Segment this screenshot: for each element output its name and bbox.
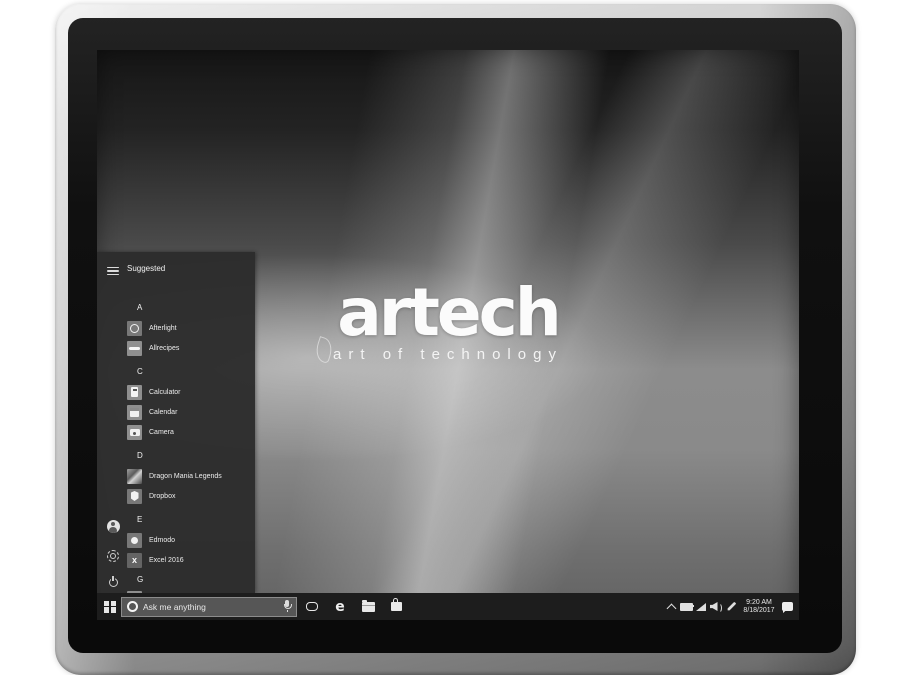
volume-icon <box>710 601 723 612</box>
network-icon <box>696 603 706 611</box>
power-icon <box>108 577 119 588</box>
start-app-calendar[interactable]: Calendar <box>127 402 253 422</box>
show-hidden-icons-button[interactable] <box>664 593 678 620</box>
file-explorer-button[interactable] <box>355 593 381 620</box>
system-tray: 9:20 AM 8/18/2017 <box>664 593 794 620</box>
start-menu: Suggested A Afterlight Allrecipes C Calc… <box>97 252 255 593</box>
allrecipes-icon <box>127 341 142 356</box>
page-canvas: artech art of technology <box>0 0 900 675</box>
dropbox-icon <box>127 489 142 504</box>
section-header-d[interactable]: D <box>127 450 253 462</box>
suggested-label: Suggested <box>127 264 253 274</box>
start-app-afterlight[interactable]: Afterlight <box>127 318 253 338</box>
clock-time: 9:20 AM <box>741 599 777 607</box>
task-view-icon <box>306 602 318 611</box>
search-placeholder-text: Ask me anything <box>143 602 277 612</box>
volume-status[interactable] <box>709 593 723 620</box>
edge-browser-icon: e <box>335 600 345 614</box>
section-header-c[interactable]: C <box>127 366 253 378</box>
battery-icon <box>680 603 693 611</box>
task-view-button[interactable] <box>299 593 325 620</box>
network-status[interactable] <box>694 593 708 620</box>
edmodo-icon <box>127 533 142 548</box>
section-header-a[interactable]: A <box>127 302 253 314</box>
start-app-dragon-mania-legends[interactable]: Dragon Mania Legends <box>127 466 253 486</box>
section-header-g[interactable]: G <box>127 574 253 586</box>
camera-icon <box>127 425 142 440</box>
action-center-button[interactable] <box>780 593 794 620</box>
afterlight-icon <box>127 321 142 336</box>
cortana-circle-icon <box>127 601 138 612</box>
settings-gear-icon <box>107 550 119 562</box>
user-account-button[interactable] <box>106 519 120 533</box>
start-app-edmodo[interactable]: Edmodo <box>127 530 253 550</box>
start-windows-icon <box>104 601 116 613</box>
pen-settings[interactable] <box>724 593 738 620</box>
start-app-allrecipes[interactable]: Allrecipes <box>127 338 253 358</box>
user-account-icon <box>107 520 120 533</box>
taskbar-clock[interactable]: 9:20 AM 8/18/2017 <box>741 599 777 615</box>
start-menu-app-list: Suggested A Afterlight Allrecipes C Calc… <box>127 264 253 593</box>
calculator-icon <box>127 385 142 400</box>
clock-date: 8/18/2017 <box>741 607 777 615</box>
desktop-screen: artech art of technology <box>97 50 799 620</box>
search-box[interactable]: Ask me anything <box>121 597 297 617</box>
start-app-camera[interactable]: Camera <box>127 422 253 442</box>
start-app-calculator[interactable]: Calculator <box>127 382 253 402</box>
hamburger-menu-icon <box>107 267 119 276</box>
show-hidden-chevron-icon <box>666 603 676 613</box>
settings-button[interactable] <box>106 549 120 563</box>
start-button[interactable] <box>100 593 120 620</box>
calendar-icon <box>127 405 142 420</box>
start-app-excel-2016[interactable]: Excel 2016 <box>127 550 253 570</box>
tagline-text: art of technology <box>333 346 563 363</box>
store-button[interactable] <box>383 593 409 620</box>
section-header-e[interactable]: E <box>127 514 253 526</box>
file-explorer-icon <box>362 602 375 612</box>
microphone-icon[interactable] <box>282 599 291 614</box>
edge-browser-button[interactable]: e <box>327 593 353 620</box>
taskbar: Ask me anything e <box>97 593 799 620</box>
pen-icon <box>726 602 736 612</box>
power-button[interactable] <box>106 575 120 589</box>
action-center-icon <box>782 602 793 611</box>
battery-status[interactable] <box>679 593 693 620</box>
dragon-mania-legends-icon <box>127 469 142 484</box>
hamburger-menu-button[interactable] <box>106 264 120 278</box>
store-bag-icon <box>391 602 402 611</box>
start-app-dropbox[interactable]: Dropbox <box>127 486 253 506</box>
start-menu-rail <box>97 252 129 593</box>
excel-icon <box>127 553 142 568</box>
